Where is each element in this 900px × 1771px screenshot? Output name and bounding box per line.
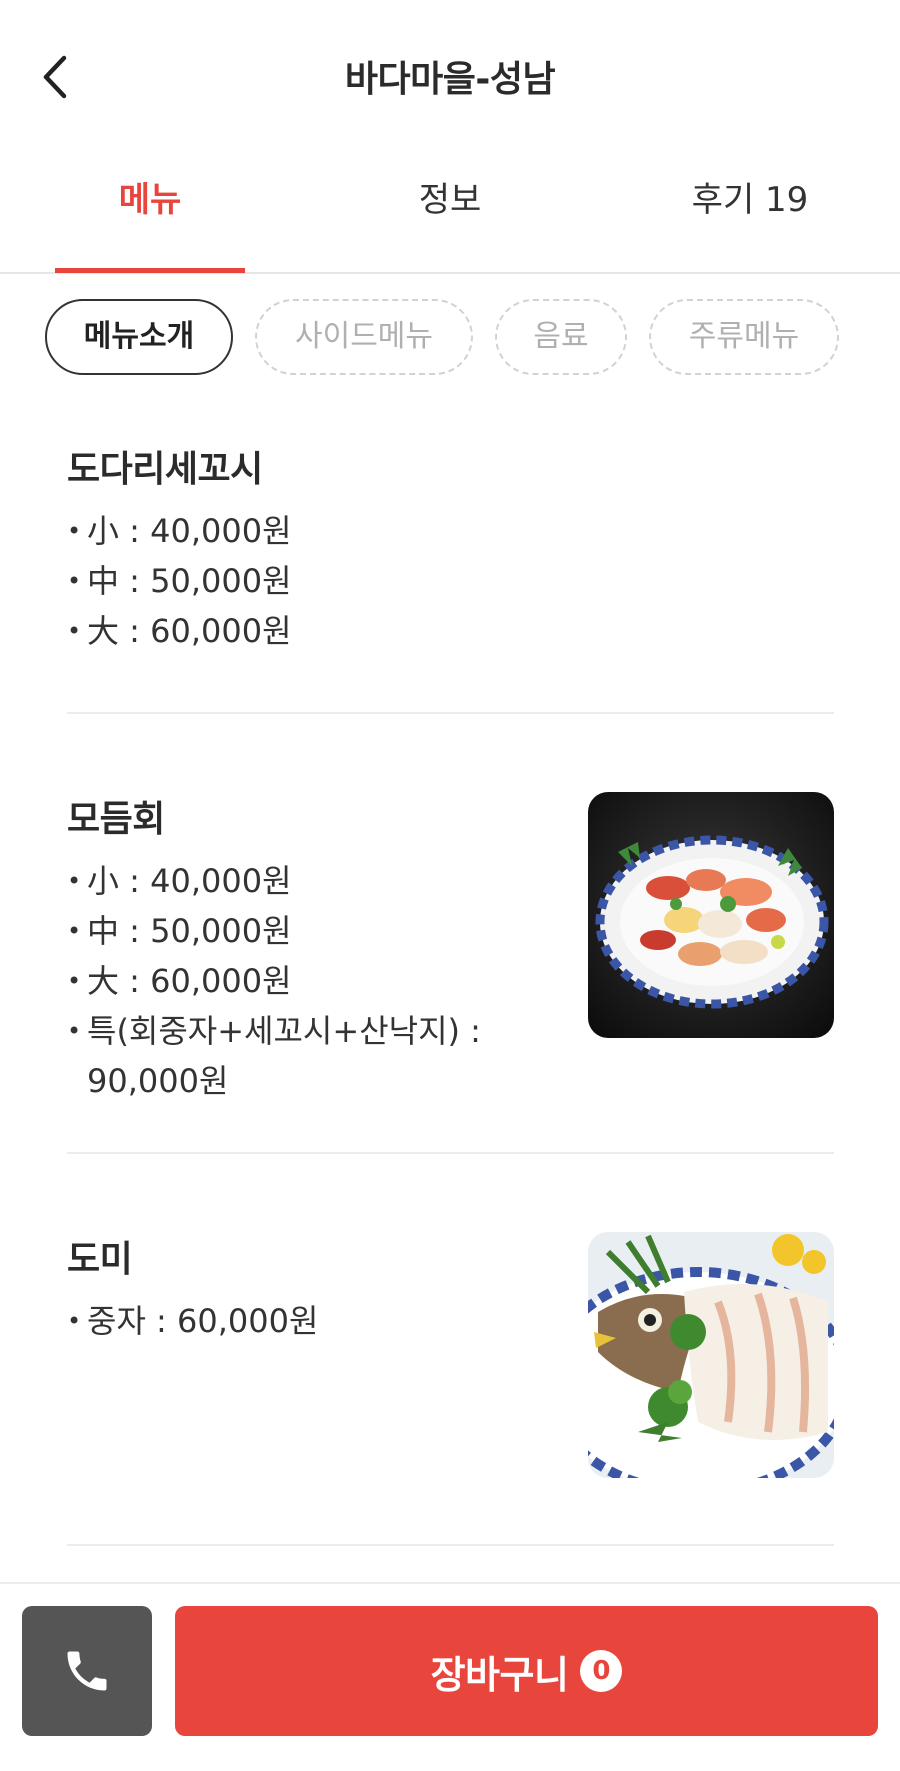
tab-reviews-label: 후기 19 (691, 180, 809, 220)
page-title: 바다마을-성남 (344, 59, 556, 100)
menu-item[interactable]: 도미 중자 : 60,000원 (67, 1230, 834, 1546)
menu-item-price: 小 : 40,000원 (67, 856, 507, 906)
menu-item-price: 大 : 60,000원 (67, 606, 507, 656)
bottom-action-bar: 장바구니 0 (0, 1582, 900, 1771)
phone-icon (67, 1651, 107, 1691)
tab-info-label: 정보 (418, 180, 482, 220)
menu-item-price: 大 : 60,000원 (67, 956, 507, 1006)
chip-drinks[interactable]: 음료 (495, 299, 627, 375)
chip-menu-intro[interactable]: 메뉴소개 (45, 299, 233, 375)
header: 바다마을-성남 (0, 0, 900, 150)
tab-active-indicator (55, 268, 245, 273)
menu-item-price: 小 : 40,000원 (67, 506, 507, 556)
sea-bream-sashimi-image (588, 1232, 834, 1478)
menu-item-name: 도다리세꼬시 (67, 449, 263, 490)
menu-item-price: 특(회중자+세꼬시+산낙지) : 90,000원 (67, 1006, 507, 1106)
tab-menu-label: 메뉴 (118, 180, 182, 220)
tab-menu[interactable]: 메뉴 (0, 150, 300, 273)
category-chips: 메뉴소개 사이드메뉴 음료 주류메뉴 (45, 299, 839, 375)
menu-item-price: 中 : 50,000원 (67, 556, 507, 606)
menu-item[interactable]: 모듬회 小 : 40,000원 中 : 50,000원 大 : 60,000원 … (67, 790, 834, 1154)
tab-info[interactable]: 정보 (300, 150, 600, 272)
cart-count-badge: 0 (580, 1650, 623, 1692)
menu-item[interactable]: 도다리세꼬시 小 : 40,000원 中 : 50,000원 大 : 60,00… (67, 440, 834, 714)
chip-side-menu[interactable]: 사이드메뉴 (255, 299, 473, 375)
menu-item-price: 중자 : 60,000원 (67, 1296, 507, 1346)
cart-label: 장바구니 (430, 1652, 569, 1697)
menu-item-price: 中 : 50,000원 (67, 906, 507, 956)
tab-reviews[interactable]: 후기 19 (600, 150, 900, 272)
sashimi-platter-image (588, 792, 834, 1038)
call-button[interactable] (22, 1606, 152, 1736)
chip-alcohol-menu[interactable]: 주류메뉴 (649, 299, 839, 375)
cart-button[interactable]: 장바구니 0 (175, 1606, 878, 1736)
tab-bar: 메뉴 정보 후기 19 (0, 150, 900, 274)
